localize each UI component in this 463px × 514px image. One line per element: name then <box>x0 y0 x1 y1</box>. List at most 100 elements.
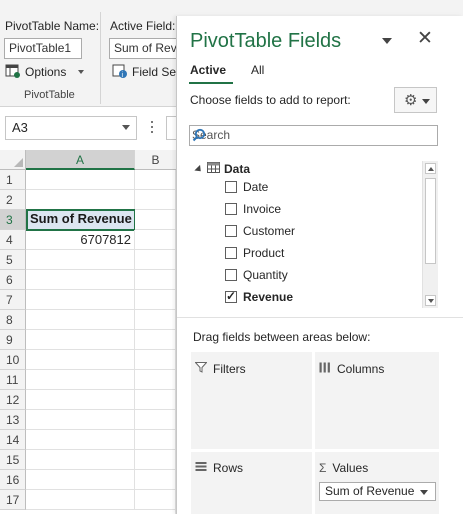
spreadsheet-grid: A B 1 2 3 4 5 6 7 8 9 10 11 12 13 14 15 … <box>0 150 176 514</box>
chevron-down-icon <box>422 99 430 104</box>
field-checkbox[interactable] <box>225 203 237 215</box>
cell[interactable] <box>26 190 135 210</box>
row-header[interactable]: 12 <box>0 390 26 410</box>
options-button[interactable]: Options <box>5 62 85 82</box>
cell[interactable] <box>26 450 135 470</box>
field-checkbox[interactable] <box>225 247 237 259</box>
table-icon <box>207 162 220 176</box>
field-label: Revenue <box>243 290 294 304</box>
pivottable-name-label: PivotTable Name: <box>5 19 100 33</box>
pivottable-name-input[interactable]: PivotTable1 <box>4 38 82 59</box>
values-item-sum-of-revenue[interactable]: Sum of Revenue <box>319 482 436 501</box>
cell[interactable] <box>26 390 135 410</box>
row-header[interactable]: 6 <box>0 270 26 290</box>
field-list-scrollbar[interactable] <box>422 161 438 308</box>
cell[interactable] <box>26 410 135 430</box>
row-header[interactable]: 11 <box>0 370 26 390</box>
rows-icon <box>195 461 207 475</box>
field-label: Quantity <box>243 268 288 282</box>
values-label: Values <box>332 461 369 475</box>
formula-bar-grip-icon[interactable] <box>151 121 154 135</box>
table-node-data[interactable]: Data <box>194 162 251 176</box>
row-header[interactable]: 2 <box>0 190 26 210</box>
field-label: Date <box>243 180 269 194</box>
field-item-quantity[interactable]: Quantity <box>225 268 288 282</box>
row-header[interactable]: 7 <box>0 290 26 310</box>
row-header[interactable]: 5 <box>0 250 26 270</box>
field-label: Customer <box>243 224 296 238</box>
table-name: Data <box>224 162 251 176</box>
tab-active[interactable]: Active <box>190 63 226 77</box>
row-header[interactable]: 4 <box>0 230 26 250</box>
gear-icon: ⚙ <box>404 92 418 109</box>
cell[interactable] <box>26 470 135 490</box>
cell[interactable] <box>26 370 135 390</box>
columns-icon <box>319 362 331 376</box>
field-item-product[interactable]: Product <box>225 246 284 260</box>
row-header[interactable]: 8 <box>0 310 26 330</box>
close-icon[interactable]: ✕ <box>417 29 433 49</box>
cell[interactable] <box>26 490 135 510</box>
field-item-customer[interactable]: Customer <box>225 224 295 238</box>
cell[interactable] <box>26 430 135 450</box>
values-item-label: Sum of Revenue <box>325 484 415 498</box>
cell-a4-total[interactable]: 6707812 <box>26 230 135 250</box>
row-header[interactable]: 10 <box>0 350 26 370</box>
field-checkbox[interactable] <box>225 181 237 193</box>
filters-label: Filters <box>213 362 246 376</box>
tools-button[interactable]: ⚙ <box>394 87 437 113</box>
scroll-up-icon[interactable] <box>425 163 436 174</box>
pivottable-fields-pane: PivotTable Fields ✕ Active All Choose fi… <box>176 16 463 514</box>
column-b-cells[interactable] <box>135 170 176 514</box>
select-all-corner[interactable] <box>0 150 26 170</box>
column-header-b[interactable]: B <box>135 150 176 170</box>
field-item-invoice[interactable]: Invoice <box>225 202 281 216</box>
columns-label: Columns <box>337 362 385 376</box>
field-label: Product <box>243 246 285 260</box>
field-checkbox[interactable] <box>225 269 237 281</box>
field-item-date[interactable]: Date <box>225 180 268 194</box>
pane-options-dropdown-icon[interactable] <box>382 38 392 44</box>
cell[interactable] <box>26 270 135 290</box>
search-icon[interactable] <box>192 128 206 142</box>
row-header[interactable]: 13 <box>0 410 26 430</box>
row-header[interactable]: 16 <box>0 470 26 490</box>
cell[interactable] <box>26 310 135 330</box>
cell[interactable] <box>26 250 135 270</box>
row-header[interactable]: 1 <box>0 170 26 190</box>
filters-header: Filters <box>194 362 246 376</box>
field-checkbox-checked[interactable] <box>225 289 237 303</box>
row-header[interactable]: 9 <box>0 330 26 350</box>
columns-header: Columns <box>319 362 384 376</box>
row-header[interactable]: 17 <box>0 490 26 510</box>
name-box[interactable]: A3 <box>5 116 137 140</box>
cell[interactable] <box>26 290 135 310</box>
tab-all[interactable]: All <box>251 63 264 77</box>
chevron-down-icon[interactable] <box>420 490 428 495</box>
ribbon-separator <box>100 12 101 104</box>
collapse-icon[interactable] <box>194 164 204 174</box>
field-checkbox[interactable] <box>225 225 237 237</box>
sigma-icon: Σ <box>319 461 327 475</box>
row-header[interactable]: 15 <box>0 450 26 470</box>
drag-fields-label: Drag fields between areas below: <box>193 330 371 344</box>
scroll-thumb[interactable] <box>425 178 436 264</box>
name-box-dropdown-icon[interactable] <box>122 125 130 130</box>
active-field-label: Active Field: <box>110 19 176 33</box>
search-input[interactable]: Search <box>189 125 438 146</box>
row-header[interactable]: 3 <box>0 210 26 230</box>
cell[interactable] <box>26 330 135 350</box>
options-dropdown-icon <box>78 70 85 74</box>
active-field-input[interactable]: Sum of Reve <box>109 38 179 59</box>
scroll-down-icon[interactable] <box>425 295 436 306</box>
field-list: Data Date Invoice Customer Product Quant… <box>189 161 438 308</box>
field-settings-button[interactable]: i Field Set <box>112 62 179 82</box>
pivottable-group-label: PivotTable <box>24 89 75 101</box>
column-header-a[interactable]: A <box>26 150 135 170</box>
row-header[interactable]: 14 <box>0 430 26 450</box>
cell[interactable] <box>26 350 135 370</box>
field-item-revenue[interactable]: Revenue <box>225 289 294 304</box>
cell-a3-pivot-header[interactable]: Sum of Revenue <box>26 209 136 231</box>
options-label: Options <box>25 65 67 79</box>
cell[interactable] <box>26 170 135 190</box>
